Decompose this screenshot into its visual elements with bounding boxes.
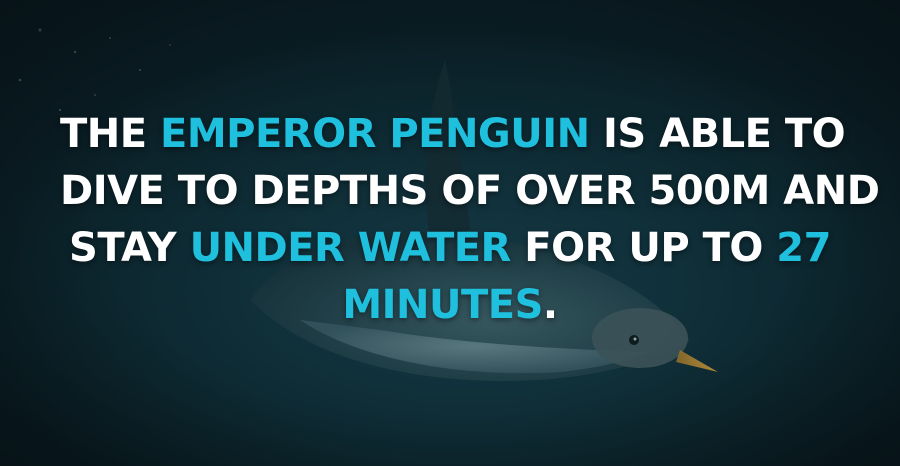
fact-line-3: STAY UNDER WATER FOR UP TO 27 — [69, 225, 831, 271]
fact-card: THE EMPEROR PENGUIN IS ABLE TO DIVE TO D… — [0, 0, 900, 466]
fact-line-4: MINUTES. — [342, 282, 558, 328]
highlight-minutes: MINUTES — [342, 282, 543, 328]
fact-line-1: THE EMPEROR PENGUIN IS ABLE TO — [60, 111, 846, 157]
fact-text: THE EMPEROR PENGUIN IS ABLE TO DIVE TO D… — [60, 106, 880, 334]
fact-line-2: DIVE TO DEPTHS OF OVER 500M AND — [60, 168, 880, 214]
penguin-beak — [676, 350, 718, 372]
highlight-under-water: UNDER WATER — [189, 225, 512, 271]
highlight-emperor-penguin: EMPEROR PENGUIN — [160, 111, 590, 157]
highlight-27: 27 — [776, 225, 831, 271]
bubbles — [18, 28, 171, 112]
